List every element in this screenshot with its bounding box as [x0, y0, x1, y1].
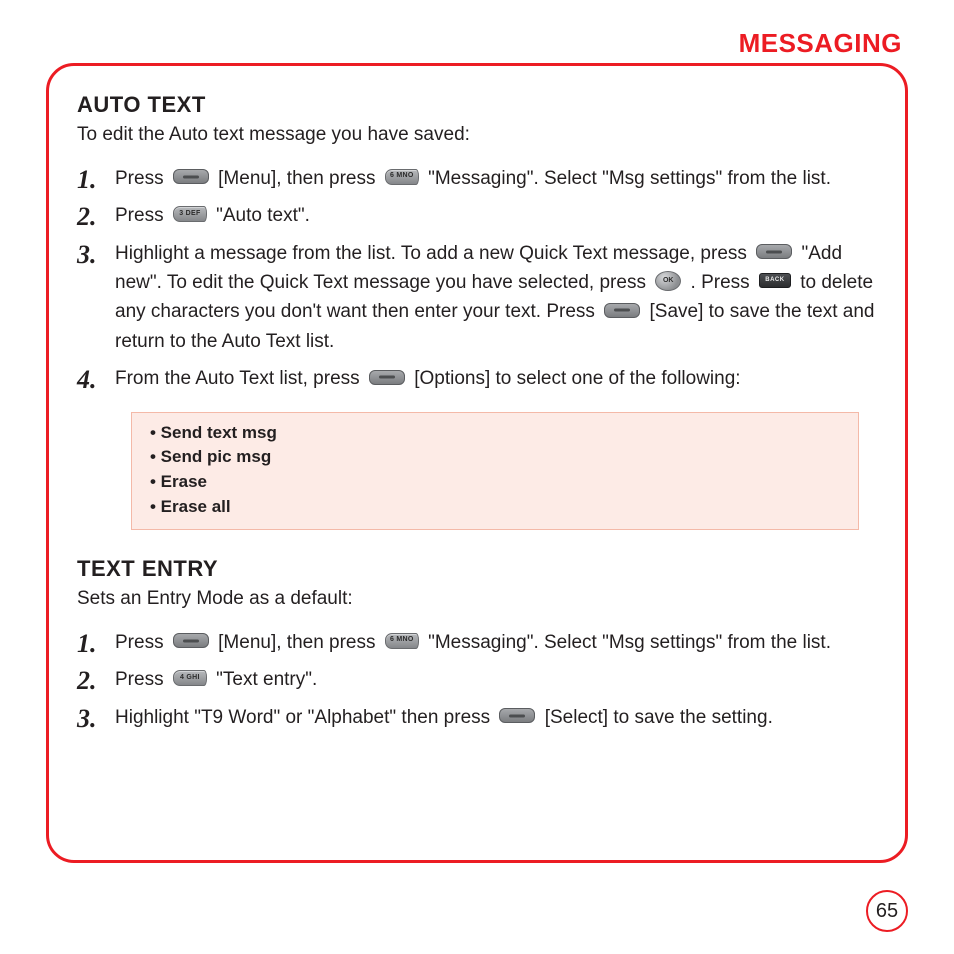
text-entry-step-2: Press 4 GHI "Text entry".: [77, 661, 877, 698]
softkey-icon: [173, 633, 209, 648]
option-send-text: • Send text msg: [150, 421, 840, 446]
back-key-icon: BACK: [759, 273, 791, 288]
step-text: Highlight a message from the list. To ad…: [115, 243, 752, 264]
options-box: • Send text msg • Send pic msg • Erase •…: [131, 412, 859, 531]
section-text-entry-title: TEXT ENTRY: [77, 556, 877, 582]
softkey-icon: [499, 708, 535, 723]
auto-text-steps: Press [Menu], then press 6 MNO "Messagin…: [77, 160, 877, 398]
step-text: Highlight "T9 Word" or "Alphabet" then p…: [115, 707, 495, 728]
step-text: Press: [115, 205, 169, 226]
step-text: [Options] to select one of the following…: [414, 368, 740, 389]
key-3-icon: 3 DEF: [173, 206, 207, 222]
step-text: [Menu], then press: [218, 168, 381, 189]
key-6-icon: 6 MNO: [385, 633, 419, 649]
section-text-entry-intro: Sets an Entry Mode as a default:: [77, 586, 877, 612]
softkey-icon: [604, 303, 640, 318]
content-frame: AUTO TEXT To edit the Auto text message …: [46, 63, 908, 863]
option-send-pic: • Send pic msg: [150, 445, 840, 470]
section-auto-text-title: AUTO TEXT: [77, 92, 877, 118]
softkey-icon: [756, 244, 792, 259]
text-entry-step-3: Highlight "T9 Word" or "Alphabet" then p…: [77, 699, 877, 736]
option-erase: • Erase: [150, 470, 840, 495]
step-text: "Auto text".: [216, 205, 310, 226]
auto-text-step-1: Press [Menu], then press 6 MNO "Messagin…: [77, 160, 877, 197]
chapter-title: MESSAGING: [46, 28, 902, 59]
text-entry-step-1: Press [Menu], then press 6 MNO "Messagin…: [77, 624, 877, 661]
step-text: Press: [115, 669, 169, 690]
auto-text-step-2: Press 3 DEF "Auto text".: [77, 197, 877, 234]
option-erase-all: • Erase all: [150, 495, 840, 520]
step-text: From the Auto Text list, press: [115, 368, 365, 389]
softkey-icon: [173, 169, 209, 184]
section-auto-text-intro: To edit the Auto text message you have s…: [77, 122, 877, 148]
step-text: "Messaging". Select "Msg settings" from …: [428, 168, 831, 189]
step-text: "Messaging". Select "Msg settings" from …: [428, 632, 831, 653]
step-text: Press: [115, 168, 169, 189]
auto-text-step-3: Highlight a message from the list. To ad…: [77, 235, 877, 361]
key-4-icon: 4 GHI: [173, 670, 207, 686]
page-number: 65: [866, 890, 908, 932]
step-text: Press: [115, 632, 169, 653]
step-text: [Menu], then press: [218, 632, 381, 653]
softkey-icon: [369, 370, 405, 385]
text-entry-steps: Press [Menu], then press 6 MNO "Messagin…: [77, 624, 877, 736]
step-text: "Text entry".: [216, 669, 317, 690]
ok-key-icon: OK: [655, 271, 681, 291]
step-text: . Press: [691, 272, 755, 293]
auto-text-step-4: From the Auto Text list, press [Options]…: [77, 360, 877, 397]
step-text: [Select] to save the setting.: [545, 707, 773, 728]
key-6-icon: 6 MNO: [385, 169, 419, 185]
